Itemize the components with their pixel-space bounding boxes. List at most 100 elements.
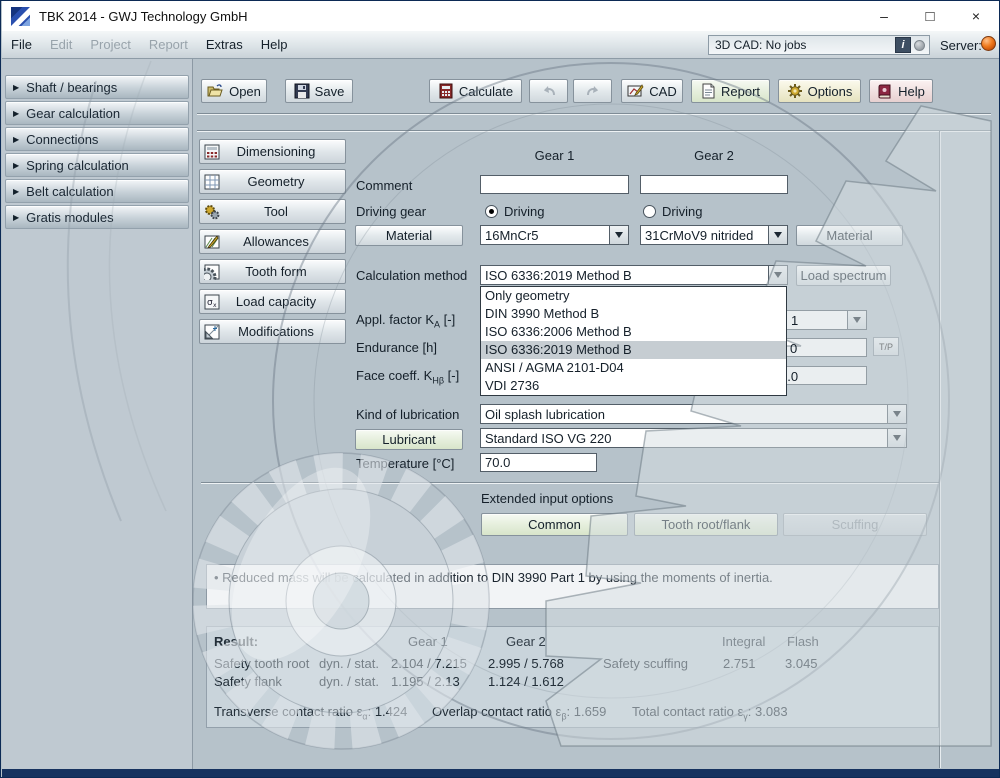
dropdown-option[interactable]: Only geometry (481, 287, 786, 305)
separator (197, 130, 991, 132)
status-strip (2, 769, 999, 778)
dropdown-option-selected[interactable]: ISO 6336:2019 Method B (481, 341, 786, 359)
material-gear2-combo[interactable]: 31CrMoV9 nitrided (640, 225, 788, 245)
server-label: Server: (940, 38, 982, 53)
dropdown-option[interactable]: ANSI / AGMA 2101-D04 (481, 359, 786, 377)
load-capacity-button[interactable]: σx Load capacity (199, 289, 346, 314)
dropdown-arrow-icon[interactable] (887, 405, 906, 423)
load-spectrum-button[interactable]: Load spectrum (796, 265, 891, 286)
common-button[interactable]: Common (481, 513, 628, 536)
safety-tooth-root-gear2-value: 2.995 / 5.768 (488, 656, 564, 671)
separator (939, 131, 941, 768)
modifications-icon (203, 323, 221, 341)
transverse-contact-ratio: Transverse contact ratio εα: 1.424 (214, 704, 407, 722)
endurance-label: Endurance [h] (356, 340, 437, 355)
temperature-label: Temperature [°C] (356, 456, 454, 471)
safety-flank-mode: dyn. / stat. (319, 674, 379, 689)
open-button[interactable]: Open (201, 79, 267, 103)
tooth-root-flank-button[interactable]: Tooth root/flank (634, 513, 778, 536)
close-button[interactable]: × (953, 1, 999, 31)
dropdown-arrow-icon[interactable] (609, 226, 628, 244)
expand-arrow-icon: ▶ (13, 135, 19, 144)
svg-text:x: x (213, 302, 217, 309)
safety-scuffing-label: Safety scuffing (603, 656, 688, 671)
comment-gear2-input[interactable] (640, 175, 788, 194)
load-capacity-sigma-icon: σx (203, 293, 221, 311)
overlap-contact-ratio: Overlap contact ratio εβ: 1.659 (432, 704, 606, 722)
safety-tooth-root-gear1-value: 2.104 / 7.215 (391, 656, 467, 671)
cad-job-status-box: 3D CAD: No jobs i (708, 35, 930, 55)
comment-gear1-input[interactable] (480, 175, 629, 194)
menu-file[interactable]: File (2, 37, 41, 52)
driving-gear2-radio[interactable] (643, 205, 656, 218)
result-col-flash: Flash (787, 634, 819, 649)
material-gear2-button[interactable]: Material (796, 225, 903, 246)
sidebar-item-shaft-bearings[interactable]: ▶Shaft / bearings (5, 75, 189, 99)
safety-flank-label: Safety flank (214, 674, 282, 689)
separator (197, 113, 991, 115)
result-col-gear2: Gear 2 (506, 634, 546, 649)
torque-power-toggle-button[interactable]: T/P (873, 337, 899, 356)
calculate-button[interactable]: Calculate (429, 79, 522, 103)
lubrication-kind-label: Kind of lubrication (356, 407, 459, 422)
dimensioning-button[interactable]: Dimensioning (199, 139, 346, 164)
calculation-method-label: Calculation method (356, 268, 467, 283)
menu-help[interactable]: Help (252, 37, 297, 52)
dropdown-option[interactable]: VDI 2736 (481, 377, 786, 395)
save-button[interactable]: Save (285, 79, 353, 103)
separator (201, 482, 939, 484)
modifications-button[interactable]: Modifications (199, 319, 346, 344)
redo-button (573, 79, 612, 103)
lubricant-combo[interactable]: Standard ISO VG 220 (480, 428, 907, 448)
result-col-integral: Integral (722, 634, 765, 649)
comment-label: Comment (356, 178, 412, 193)
allowances-icon (203, 233, 221, 251)
sidebar-item-gear-calculation[interactable]: ▶Gear calculation (5, 101, 189, 125)
expand-arrow-icon: ▶ (13, 83, 19, 92)
material-gear1-button[interactable]: Material (355, 225, 463, 246)
dropdown-option[interactable]: DIN 3990 Method B (481, 305, 786, 323)
safety-scuffing-flash-value: 3.045 (785, 656, 818, 671)
result-col-gear1: Gear 1 (408, 634, 448, 649)
calculation-method-combo[interactable]: ISO 6336:2019 Method B (480, 265, 788, 285)
maximize-button[interactable]: □ (907, 1, 953, 31)
options-button[interactable]: Options (778, 79, 861, 103)
temperature-input[interactable]: 70.0 (480, 453, 597, 472)
dropdown-arrow-icon[interactable] (768, 266, 787, 284)
sidebar-item-connections[interactable]: ▶Connections (5, 127, 189, 151)
lubrication-kind-combo[interactable]: Oil splash lubrication (480, 404, 907, 424)
cad-button[interactable]: CAD (621, 79, 683, 103)
dropdown-option[interactable]: ISO 6336:2006 Method B (481, 323, 786, 341)
help-button[interactable]: Help (869, 79, 933, 103)
sidebar-item-spring-calculation[interactable]: ▶Spring calculation (5, 153, 189, 177)
report-button[interactable]: Report (691, 79, 770, 103)
calculation-method-dropdown: Only geometry DIN 3990 Method B ISO 6336… (480, 286, 787, 396)
sidebar-item-belt-calculation[interactable]: ▶Belt calculation (5, 179, 189, 203)
geometry-grid-icon (203, 173, 221, 191)
menu-extras[interactable]: Extras (197, 37, 252, 52)
lubricant-button[interactable]: Lubricant (355, 429, 463, 450)
server-status-icon (981, 36, 996, 51)
dropdown-arrow-icon[interactable] (768, 226, 787, 244)
undo-button (529, 79, 568, 103)
sidebar-item-gratis-modules[interactable]: ▶Gratis modules (5, 205, 189, 229)
gear2-header: Gear 2 (640, 148, 788, 163)
help-book-icon (877, 84, 893, 99)
geometry-button[interactable]: Geometry (199, 169, 346, 194)
material-gear1-combo[interactable]: 16MnCr5 (480, 225, 629, 245)
job-indicator-icon (914, 40, 925, 51)
tool-button[interactable]: Tool (199, 199, 346, 224)
tooth-form-button[interactable]: Tooth form (199, 259, 346, 284)
dropdown-arrow-icon[interactable] (887, 429, 906, 447)
face-coefficient-label: Face coeff. KHβ [-] (356, 368, 459, 386)
menu-report: Report (140, 37, 197, 52)
dropdown-arrow-icon[interactable] (847, 311, 866, 329)
options-gear-icon (787, 83, 803, 99)
save-floppy-icon (294, 83, 310, 99)
driving-gear1-radio[interactable] (485, 205, 498, 218)
info-icon[interactable]: i (895, 37, 911, 53)
tooth-form-icon (203, 263, 221, 281)
minimize-button[interactable]: – (861, 1, 907, 31)
result-title: Result: (214, 634, 258, 649)
allowances-button[interactable]: Allowances (199, 229, 346, 254)
